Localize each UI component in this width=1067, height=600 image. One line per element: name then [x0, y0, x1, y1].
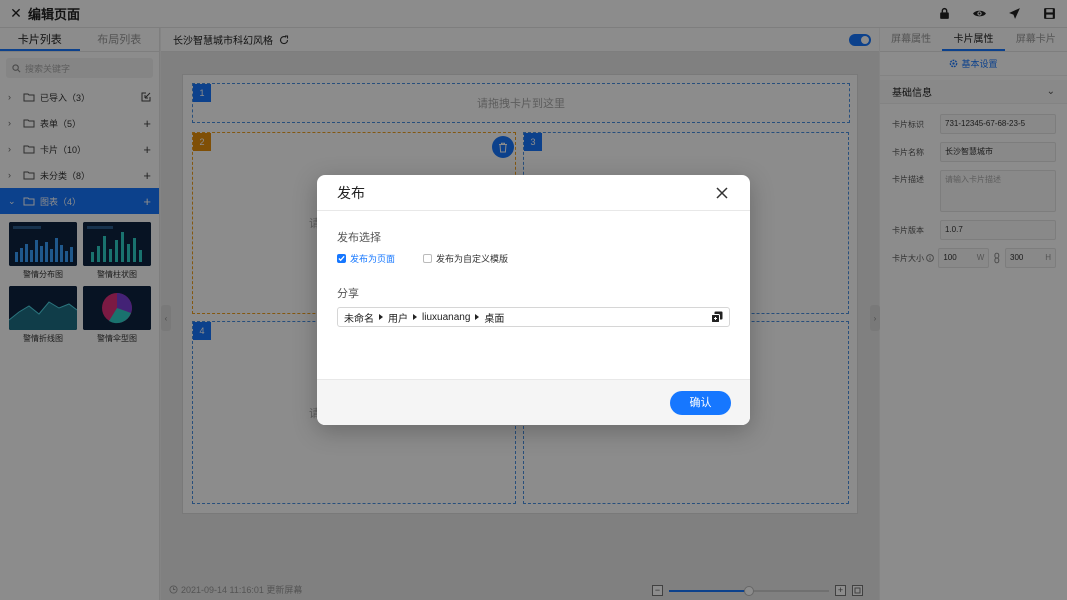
confirm-button[interactable]: 确认 — [670, 391, 731, 415]
checkbox-unchecked-icon — [423, 254, 433, 263]
option-label: 发布为自定义模版 — [436, 254, 509, 264]
path-segment: liuxuanang — [422, 311, 471, 323]
dialog-body: 发布选择 发布为页面 发布为自定义模版 分享 未命名 用户 liuxuanang… — [317, 211, 750, 379]
caret-right-icon — [475, 314, 480, 320]
share-path-field[interactable]: 未命名 用户 liuxuanang 桌面 — [337, 307, 730, 327]
share-label: 分享 — [337, 288, 359, 300]
checkbox-checked-icon — [337, 254, 346, 263]
caret-right-icon — [379, 314, 383, 320]
option-label: 发布为页面 — [350, 254, 396, 264]
publish-as-page-checkbox[interactable]: 发布为页面 — [337, 252, 395, 265]
close-icon[interactable] — [714, 185, 730, 201]
dialog-title: 发布 — [337, 184, 365, 201]
publish-dialog: 发布 发布选择 发布为页面 发布为自定义模版 分享 未命名 用户 liuxuan — [317, 175, 750, 425]
path-segment: 桌面 — [484, 313, 505, 325]
copy-icon[interactable] — [711, 311, 723, 323]
publish-options: 发布为页面 发布为自定义模版 — [337, 252, 730, 265]
dialog-header: 发布 — [317, 175, 750, 211]
publish-select-label: 发布选择 — [337, 232, 381, 244]
path-segment: 用户 — [388, 313, 408, 325]
path-segment: 未命名 — [344, 313, 374, 325]
publish-as-template-checkbox[interactable]: 发布为自定义模版 — [423, 252, 508, 265]
dialog-footer: 确认 — [317, 379, 750, 425]
caret-right-icon — [413, 314, 417, 320]
